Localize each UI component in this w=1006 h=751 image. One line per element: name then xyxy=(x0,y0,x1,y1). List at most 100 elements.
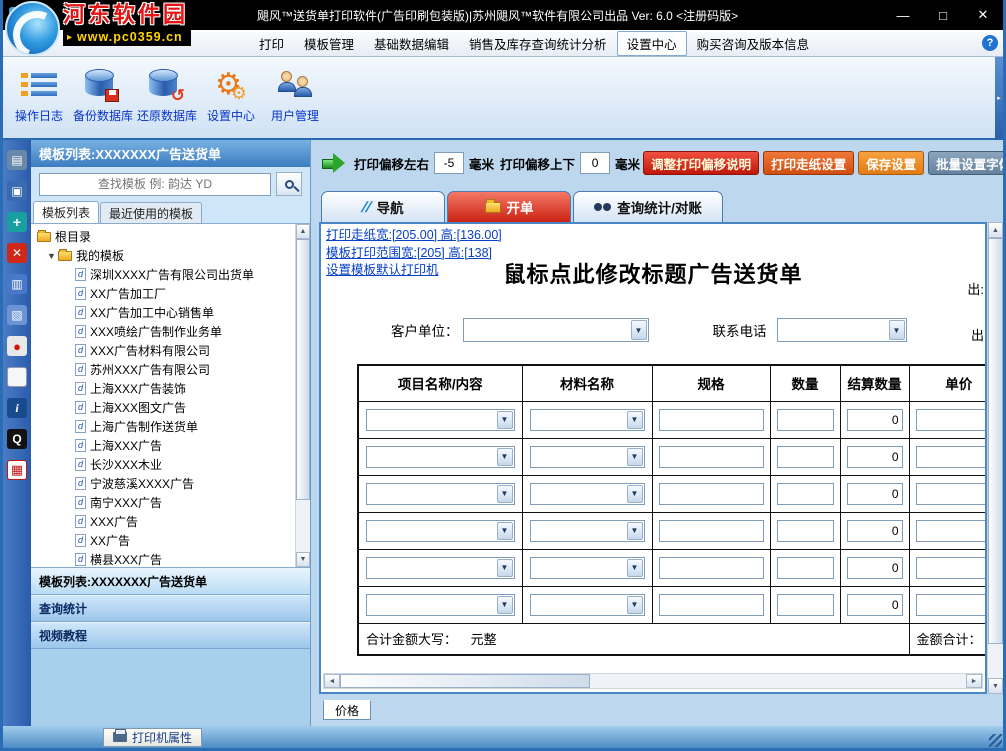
menu-item-base-data[interactable]: 基础数据编辑 xyxy=(364,31,459,56)
chevron-down-icon[interactable]: ▼ xyxy=(627,411,643,429)
tree-root-node[interactable]: 根目录 xyxy=(35,227,310,246)
toolbar-button-restore-database[interactable]: ↺ 还原数据库 xyxy=(135,63,199,124)
tab-query-reconciliation[interactable]: 查询统计/对账 xyxy=(573,191,723,222)
chevron-down-icon[interactable]: ▼ xyxy=(497,522,513,540)
paste-icon[interactable]: ▧ xyxy=(7,305,27,325)
settle-qty-input[interactable] xyxy=(847,446,903,468)
nav-section-video-tutorial[interactable]: 视频教程 xyxy=(31,622,310,649)
material-combobox[interactable]: ▼ xyxy=(530,409,645,431)
delete-icon[interactable]: ✕ xyxy=(7,243,27,263)
item-name-combobox[interactable]: ▼ xyxy=(366,594,515,616)
menu-item-sales-query[interactable]: 销售及库存查询统计分析 xyxy=(459,31,617,56)
search-button[interactable] xyxy=(276,172,302,196)
tree-item[interactable]: d上海XXX图文广告 xyxy=(35,398,310,417)
spec-input[interactable] xyxy=(659,557,764,579)
tree-item[interactable]: d上海XXX广告 xyxy=(35,436,310,455)
resize-grip[interactable] xyxy=(989,734,1002,747)
scrollbar-thumb[interactable] xyxy=(988,238,1003,644)
chevron-down-icon[interactable]: ▼ xyxy=(47,251,58,261)
tree-item[interactable]: d苏州XXX广告有限公司 xyxy=(35,360,310,379)
offset-ud-input[interactable] xyxy=(580,152,610,174)
chevron-down-icon[interactable]: ▼ xyxy=(497,596,513,614)
unit-price-input[interactable] xyxy=(916,409,988,431)
tree-item[interactable]: d南宁XXX广告 xyxy=(35,493,310,512)
unit-price-input[interactable] xyxy=(916,557,988,579)
batch-font-settings-button[interactable]: 批量设置字体 xyxy=(928,151,1006,175)
tab-recent-templates[interactable]: 最近使用的模板 xyxy=(100,202,202,223)
tree-item[interactable]: d宁波慈溪XXXX广告 xyxy=(35,474,310,493)
paper-size-link[interactable]: 打印走纸宽:[205.00] 高:[136.00] xyxy=(326,227,502,245)
chevron-down-icon[interactable]: ▼ xyxy=(497,559,513,577)
settle-qty-input[interactable] xyxy=(847,520,903,542)
scrollbar-thumb[interactable] xyxy=(340,674,590,688)
tree-item[interactable]: d深圳XXXX广告有限公司出货单 xyxy=(35,265,310,284)
scroll-up-icon[interactable]: ▲ xyxy=(988,222,1003,238)
printer-properties-button[interactable]: 打印机属性 xyxy=(103,728,202,747)
new-document-icon[interactable] xyxy=(7,367,27,387)
chevron-down-icon[interactable]: ▼ xyxy=(497,485,513,503)
item-name-combobox[interactable]: ▼ xyxy=(366,483,515,505)
spec-input[interactable] xyxy=(659,594,764,616)
document-title[interactable]: 鼠标点此修改标题广告送货单 xyxy=(321,257,985,289)
settle-qty-input[interactable] xyxy=(847,557,903,579)
print-preview-icon[interactable]: ▣ xyxy=(7,181,27,201)
chevron-down-icon[interactable]: ▼ xyxy=(627,559,643,577)
tree-item[interactable]: dXXX喷绘广告制作业务单 xyxy=(35,322,310,341)
qty-input[interactable] xyxy=(777,446,834,468)
chevron-down-icon[interactable]: ▼ xyxy=(631,320,647,340)
item-name-combobox[interactable]: ▼ xyxy=(366,446,515,468)
close-button[interactable]: ✕ xyxy=(963,0,1003,30)
search-input[interactable] xyxy=(39,173,271,196)
vertical-scrollbar[interactable]: ▲ ▼ xyxy=(987,222,1003,694)
unit-price-input[interactable] xyxy=(916,520,988,542)
tab-billing[interactable]: 开单 xyxy=(447,191,571,222)
menu-item-settings-center[interactable]: 设置中心 xyxy=(617,31,687,56)
qty-input[interactable] xyxy=(777,483,834,505)
save-settings-button[interactable]: 保存设置 xyxy=(858,151,924,175)
tree-item[interactable]: dXXX广告材料有限公司 xyxy=(35,341,310,360)
menu-item-template-management[interactable]: 模板管理 xyxy=(294,31,364,56)
minimize-button[interactable]: — xyxy=(883,0,923,30)
material-combobox[interactable]: ▼ xyxy=(530,557,645,579)
pin-icon[interactable]: ● xyxy=(7,336,27,356)
chevron-down-icon[interactable]: ▼ xyxy=(497,448,513,466)
tree-item[interactable]: d上海广告制作送货单 xyxy=(35,417,310,436)
tree-item[interactable]: d上海XXX广告装饰 xyxy=(35,379,310,398)
offset-lr-input[interactable] xyxy=(434,152,464,174)
toolbar-overflow-icon[interactable]: ▸ xyxy=(995,57,1003,138)
toolbar-button-operation-log[interactable]: 操作日志 xyxy=(7,63,71,124)
chevron-down-icon[interactable]: ▼ xyxy=(627,596,643,614)
tree-folder-node[interactable]: ▼ 我的模板 xyxy=(35,246,310,265)
menu-item-print[interactable]: 打印 xyxy=(249,31,294,56)
unit-price-input[interactable] xyxy=(916,483,988,505)
settle-qty-input[interactable] xyxy=(847,409,903,431)
toolbar-button-settings-center[interactable]: ⚙⚙ 设置中心 xyxy=(199,63,263,124)
qq-icon[interactable]: Q xyxy=(7,429,27,449)
chevron-down-icon[interactable]: ▼ xyxy=(627,485,643,503)
info-icon[interactable]: i xyxy=(7,398,27,418)
tree-item[interactable]: dXX广告加工厂 xyxy=(35,284,310,303)
material-combobox[interactable]: ▼ xyxy=(530,483,645,505)
qty-input[interactable] xyxy=(777,409,834,431)
item-name-combobox[interactable]: ▼ xyxy=(366,557,515,579)
chevron-down-icon[interactable]: ▼ xyxy=(497,411,513,429)
spec-input[interactable] xyxy=(659,409,764,431)
item-name-combobox[interactable]: ▼ xyxy=(366,520,515,542)
scroll-down-icon[interactable]: ▼ xyxy=(296,552,310,567)
paper-feed-settings-button[interactable]: 打印走纸设置 xyxy=(763,151,854,175)
qty-input[interactable] xyxy=(777,520,834,542)
help-icon[interactable]: ? xyxy=(982,35,998,51)
toolbar-button-backup-database[interactable]: 备份数据库 xyxy=(71,63,135,124)
customer-combobox[interactable]: ▼ xyxy=(463,318,649,342)
toolbar-button-user-management[interactable]: 用户管理 xyxy=(263,63,327,124)
chevron-down-icon[interactable]: ▼ xyxy=(889,320,905,340)
add-icon[interactable]: + xyxy=(7,212,27,232)
item-name-combobox[interactable]: ▼ xyxy=(366,409,515,431)
scrollbar-thumb[interactable] xyxy=(296,239,310,500)
nav-section-template-list[interactable]: 模板列表:XXXXXXX广告送货单 xyxy=(31,568,310,595)
settle-qty-input[interactable] xyxy=(847,483,903,505)
material-combobox[interactable]: ▼ xyxy=(530,594,645,616)
menu-item-purchase-info[interactable]: 购买咨询及版本信息 xyxy=(687,31,820,56)
spec-input[interactable] xyxy=(659,483,764,505)
tab-template-list[interactable]: 模板列表 xyxy=(33,201,99,223)
